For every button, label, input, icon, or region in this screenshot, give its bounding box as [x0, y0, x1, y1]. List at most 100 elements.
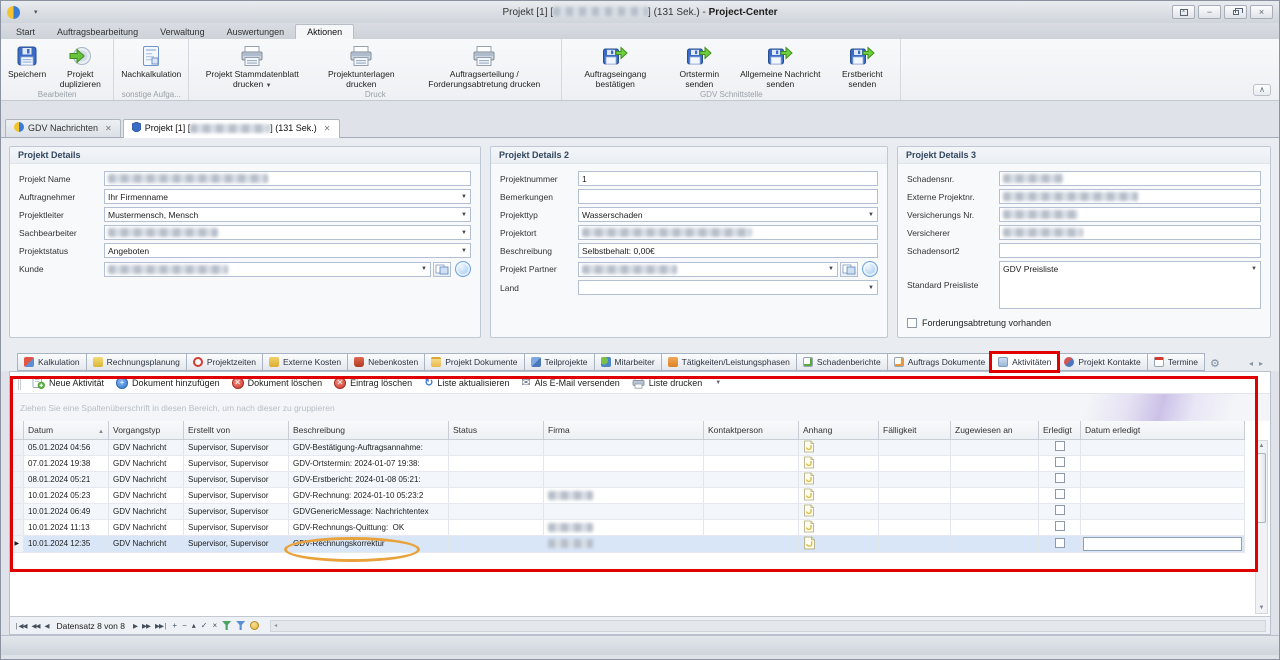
dokument-loeschen-button[interactable]: ✕Dokument löschen [227, 375, 328, 391]
col-zugewiesen-an[interactable]: Zugewiesen an [951, 421, 1039, 439]
versicherer-input[interactable] [999, 225, 1261, 240]
history-icon[interactable] [250, 621, 259, 630]
projektort-input[interactable] [578, 225, 878, 240]
projekt-name-input[interactable] [104, 171, 471, 186]
nav-next-button[interactable]: ▶ [133, 622, 137, 630]
col-anhang[interactable]: Anhang [799, 421, 879, 439]
table-row[interactable]: 10.01.2024 11:13GDV NachrichtSupervisor,… [11, 519, 1245, 535]
table-row[interactable]: 08.01.2024 05:21GDV NachrichtSupervisor,… [11, 471, 1245, 487]
projekttyp-combo[interactable]: Wasserschaden▼ [578, 207, 878, 222]
erledigt-checkbox[interactable] [1055, 441, 1065, 451]
allgemeine-nachricht-button[interactable]: Allgemeine Nachricht senden [733, 42, 827, 90]
neue-aktivitaet-button[interactable]: Neue Aktivität [27, 374, 109, 391]
table-row-selected[interactable]: ▶ 10.01.2024 12:35GDV NachrichtSuperviso… [11, 535, 1245, 552]
erledigt-checkbox[interactable] [1055, 473, 1065, 483]
col-erledigt[interactable]: Erledigt [1039, 421, 1081, 439]
partner-add-button[interactable] [862, 261, 878, 277]
scroll-left-icon[interactable]: ◂ [274, 622, 277, 629]
projektleiter-combo[interactable]: Mustermensch, Mensch▼ [104, 207, 471, 222]
ribbon-tab-start[interactable]: Start [5, 25, 46, 39]
table-row[interactable]: 07.01.2024 19:38GDV NachrichtSupervisor,… [11, 455, 1245, 471]
als-email-versenden-button[interactable]: ✉Als E-Mail versenden [516, 374, 624, 391]
datum-erledigt-input[interactable] [1083, 537, 1242, 551]
speichern-button[interactable]: Speichern [4, 42, 50, 80]
beschreibung-input[interactable]: Selbstbehalt: 0,00€ [578, 243, 878, 258]
stammdatenblatt-drucken-button[interactable]: Projekt Stammdatenblatt drucken ▼ [192, 42, 312, 91]
close-tab-icon[interactable]: ✕ [105, 124, 112, 133]
erledigt-checkbox[interactable] [1055, 538, 1065, 548]
tab-mitarbeiter[interactable]: Mitarbeiter [594, 353, 662, 371]
auftragnehmer-combo[interactable]: Ihr Firmenname▼ [104, 189, 471, 204]
vertical-scrollbar[interactable]: ▲ ▼ [1255, 440, 1268, 614]
kunde-add-button[interactable] [455, 261, 471, 277]
scroll-up-icon[interactable]: ▲ [1259, 441, 1265, 451]
projektunterlagen-drucken-button[interactable]: Projektunterlagen drucken [312, 42, 410, 90]
projekt-duplizieren-button[interactable]: Projekt duplizieren [50, 42, 110, 90]
close-button[interactable]: × [1250, 5, 1273, 19]
standard-preisliste-combo[interactable]: GDV Preisliste▼ [999, 261, 1261, 309]
table-row[interactable]: 10.01.2024 05:23GDV NachrichtSupervisor,… [11, 487, 1245, 503]
bemerkungen-input[interactable] [578, 189, 878, 204]
nav-edit-button[interactable]: ▴ [192, 621, 196, 630]
nachkalkulation-button[interactable]: Nachkalkulation [117, 42, 185, 80]
tab-rechnungsplanung[interactable]: Rechnungsplanung [86, 353, 187, 371]
col-kontaktperson[interactable]: Kontaktperson [704, 421, 799, 439]
toolbar-grip[interactable] [18, 376, 21, 390]
ortstermin-senden-button[interactable]: Ortstermin senden [665, 42, 733, 90]
horizontal-scrollbar[interactable]: ◂ [270, 620, 1266, 632]
tab-nebenkosten[interactable]: Nebenkosten [347, 353, 425, 371]
nav-prev-page-button[interactable]: ◀◀ [31, 622, 39, 630]
nav-delete-button[interactable]: − [182, 621, 187, 630]
dokument-hinzufuegen-button[interactable]: +Dokument hinzufügen [111, 375, 225, 391]
tab-teilprojekte[interactable]: Teilprojekte [524, 353, 595, 371]
col-beschreibung[interactable]: Beschreibung [289, 421, 449, 439]
nav-first-button[interactable]: ❘◀◀ [14, 622, 26, 630]
nav-add-button[interactable]: + [172, 621, 177, 630]
col-erstellt-von[interactable]: Erstellt von [184, 421, 289, 439]
eintrag-loeschen-button[interactable]: ✕Eintrag löschen [329, 375, 417, 391]
ribbon-tab-auswertungen[interactable]: Auswertungen [216, 25, 296, 39]
ribbon-tab-aktionen[interactable]: Aktionen [295, 24, 354, 39]
filter-edit-icon[interactable] [236, 621, 245, 630]
nav-last-button[interactable]: ▶▶❘ [155, 622, 167, 630]
group-by-bar[interactable]: Ziehen Sie eine Spaltenüberschrift in di… [10, 394, 1270, 421]
col-datum-erledigt[interactable]: Datum erledigt [1081, 421, 1245, 439]
externe-projektnr-input[interactable] [999, 189, 1261, 204]
auftragserteilung-drucken-button[interactable]: Auftragserteilung / Forderungsabtretung … [410, 42, 558, 90]
nav-next-page-button[interactable]: ▶▶ [142, 622, 150, 630]
erledigt-checkbox[interactable] [1055, 521, 1065, 531]
col-faelligkeit[interactable]: Fälligkeit [879, 421, 951, 439]
tab-externe-kosten[interactable]: Externe Kosten [262, 353, 348, 371]
tab-scroll-right-icon[interactable]: ▸ [1259, 359, 1263, 368]
projektstatus-combo[interactable]: Angeboten▼ [104, 243, 471, 258]
col-firma[interactable]: Firma [544, 421, 704, 439]
toolbar-overflow-icon[interactable]: ▼ [715, 380, 721, 386]
restore-button[interactable] [1224, 5, 1247, 19]
kunde-details-button[interactable] [433, 262, 451, 277]
col-vorgangstyp[interactable]: Vorgangstyp [109, 421, 184, 439]
erledigt-checkbox[interactable] [1055, 505, 1065, 515]
partner-details-button[interactable] [840, 262, 858, 277]
table-row[interactable]: 10.01.2024 06:49GDV NachrichtSupervisor,… [11, 503, 1245, 519]
erledigt-checkbox[interactable] [1055, 489, 1065, 499]
projekt-partner-combo[interactable]: ▼ [578, 262, 838, 277]
liste-drucken-button[interactable]: Liste drucken [627, 375, 708, 391]
tab-aktivitaeten[interactable]: Aktivitäten [991, 353, 1058, 371]
quick-access-dropdown-icon[interactable]: ▾ [34, 8, 38, 16]
scrollbar-thumb[interactable] [1257, 453, 1266, 523]
tab-termine[interactable]: Termine [1147, 353, 1205, 371]
ribbon-tab-auftragsbearbeitung[interactable]: Auftragsbearbeitung [46, 25, 149, 39]
auftragseingang-bestaetigen-button[interactable]: Auftragseingang bestätigen [565, 42, 665, 90]
doc-tab-gdv-nachrichten[interactable]: GDV Nachrichten ✕ [5, 119, 121, 137]
tab-schadenberichte[interactable]: Schadenberichte [796, 353, 888, 371]
nav-commit-button[interactable]: ✓ [201, 621, 208, 630]
doc-tab-projekt[interactable]: Projekt [1] [] (131 Sek.) ✕ [123, 119, 340, 138]
tab-taetigkeiten[interactable]: Tätigkeiten/Leistungsphasen [661, 353, 797, 371]
ribbon-tab-verwaltung[interactable]: Verwaltung [149, 25, 216, 39]
kunde-combo[interactable]: ▼ [104, 262, 431, 277]
tab-projektzeiten[interactable]: Projektzeiten [186, 353, 263, 371]
erledigt-checkbox[interactable] [1055, 457, 1065, 467]
close-tab-icon[interactable]: ✕ [324, 124, 331, 133]
tab-scroll-left-icon[interactable]: ◂ [1249, 359, 1253, 368]
schadensnr-input[interactable] [999, 171, 1261, 186]
